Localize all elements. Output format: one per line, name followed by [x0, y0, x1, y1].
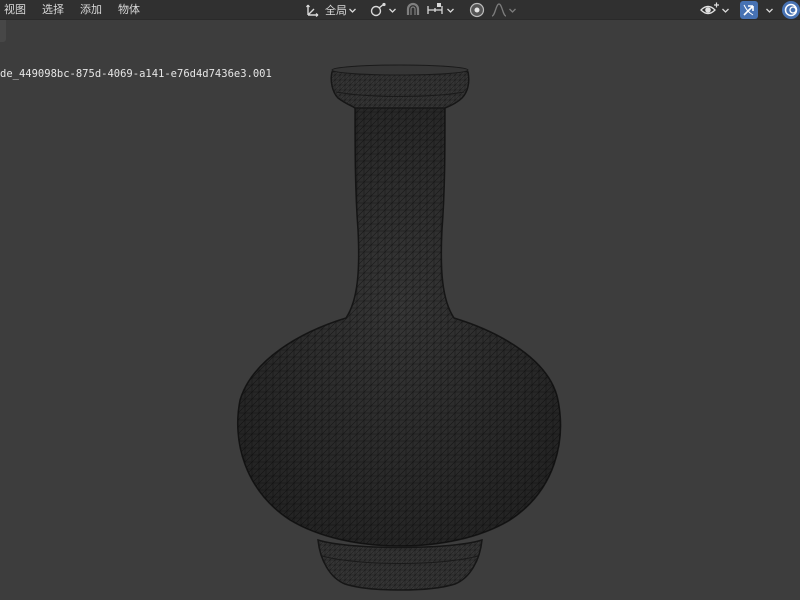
3d-viewport[interactable]: 视图 选择 添加 物体 全局 de_449098bc-875d-4069-a14… — [0, 0, 800, 600]
vase-body-shade — [237, 106, 561, 546]
vase-rim-top — [331, 64, 469, 76]
vase-mesh[interactable] — [0, 0, 800, 600]
vase-foot — [317, 538, 483, 591]
